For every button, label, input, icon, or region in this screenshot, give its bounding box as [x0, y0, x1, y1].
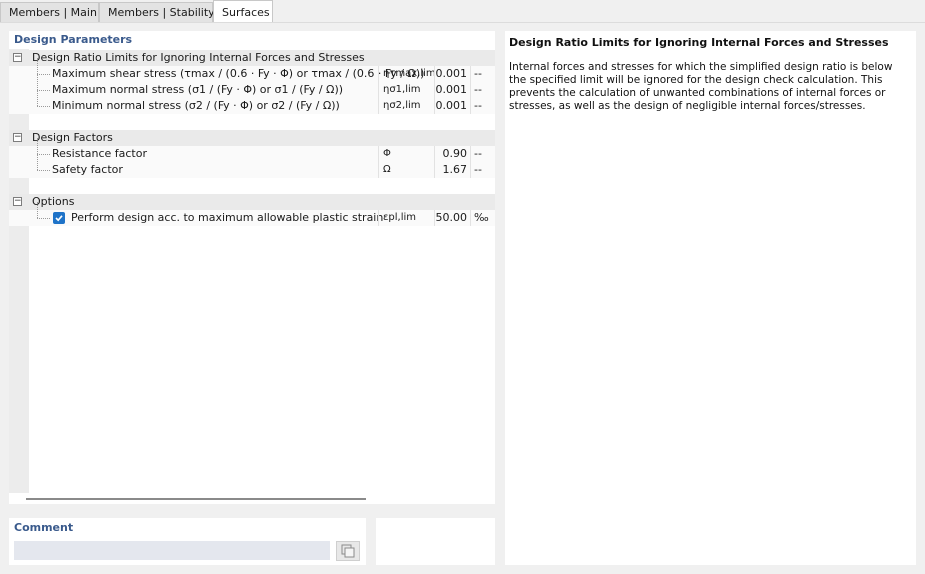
tree-line: [37, 154, 38, 170]
group-label: Options: [32, 195, 75, 208]
tree-gutter: [9, 49, 29, 493]
tree-line: [37, 74, 38, 90]
param-value[interactable]: 1.67: [434, 162, 470, 178]
param-symbol: εpl,lim: [378, 210, 434, 226]
param-value[interactable]: 0.001: [434, 66, 470, 82]
param-label: Maximum normal stress (σ1 / (Fy · Φ) or …: [52, 83, 344, 96]
tab-bar: Members | Main Members | Stability Surfa…: [0, 0, 925, 23]
param-label: Maximum shear stress (τmax / (0.6 · Fy ·…: [52, 67, 425, 80]
param-label: Resistance factor: [52, 147, 147, 160]
tree-line: [37, 58, 38, 74]
group-label: Design Ratio Limits for Ignoring Interna…: [32, 51, 365, 64]
param-row-safety-factor[interactable]: Safety factor Ω 1.67 --: [9, 154, 495, 178]
param-row-plastic-strain[interactable]: Perform design acc. to maximum allowable…: [9, 202, 495, 226]
tab-members-stability[interactable]: Members | Stability: [99, 2, 215, 23]
tree-line: [37, 154, 50, 155]
param-symbol: Ω: [378, 162, 434, 178]
tree-line: [37, 202, 38, 218]
group-design-ratio-limits[interactable]: − Design Ratio Limits for Ignoring Inter…: [9, 50, 495, 66]
tab-surfaces[interactable]: Surfaces: [213, 0, 273, 23]
design-parameters-panel: Design Parameters − Design Ratio Limits …: [9, 31, 495, 504]
param-symbol: ητmax,lim: [378, 66, 436, 82]
preview-box: [376, 518, 495, 565]
tab-divider: [0, 22, 925, 23]
copy-icon: [341, 544, 355, 558]
group-label: Design Factors: [32, 131, 113, 144]
tree-line: [37, 90, 38, 106]
horizontal-scrollbar[interactable]: [26, 498, 366, 500]
param-value[interactable]: 0.001: [434, 98, 470, 114]
comment-panel: Comment: [9, 518, 366, 565]
tree-line: [37, 90, 50, 91]
param-value[interactable]: 0.001: [434, 82, 470, 98]
group-design-factors[interactable]: − Design Factors: [9, 130, 495, 146]
parameter-tree: − Design Ratio Limits for Ignoring Inter…: [9, 49, 495, 493]
comment-library-button[interactable]: [336, 541, 360, 561]
param-label: Minimum normal stress (σ2 / (Fy · Φ) or …: [52, 99, 340, 112]
param-unit: ‰: [470, 210, 495, 226]
plastic-strain-checkbox[interactable]: [53, 212, 65, 224]
collapse-icon[interactable]: −: [13, 53, 22, 62]
tree-line: [37, 106, 50, 107]
tab-members-main[interactable]: Members | Main: [0, 2, 99, 23]
description-title: Design Ratio Limits for Ignoring Interna…: [509, 36, 889, 49]
description-text: Internal forces and stresses for which t…: [509, 61, 893, 112]
param-label: Perform design acc. to maximum allowable…: [71, 211, 384, 224]
param-symbol: Φ: [378, 146, 434, 162]
tree-line: [37, 170, 50, 171]
design-parameters-header: Design Parameters: [14, 33, 133, 46]
param-value[interactable]: 0.90: [434, 146, 470, 162]
param-symbol: ησ2,lim: [378, 98, 434, 114]
tree-line: [37, 138, 38, 154]
param-row-max-normal-stress[interactable]: Maximum normal stress (σ1 / (Fy · Φ) or …: [9, 74, 495, 98]
tree-line: [37, 74, 50, 75]
collapse-icon[interactable]: −: [13, 133, 22, 142]
param-label: Safety factor: [52, 163, 123, 176]
comment-input[interactable]: [14, 541, 330, 560]
param-value[interactable]: 50.00: [434, 210, 470, 226]
collapse-icon[interactable]: −: [13, 197, 22, 206]
param-unit: --: [470, 82, 495, 98]
description-panel: Design Ratio Limits for Ignoring Interna…: [505, 31, 916, 565]
param-row-resistance-factor[interactable]: Resistance factor Φ 0.90 --: [9, 138, 495, 162]
checkmark-icon: [55, 215, 63, 222]
param-unit: --: [470, 66, 495, 82]
comment-title: Comment: [14, 521, 74, 534]
param-symbol: ησ1,lim: [378, 82, 434, 98]
group-options[interactable]: − Options: [9, 194, 495, 210]
param-unit: --: [470, 146, 495, 162]
param-unit: --: [470, 98, 495, 114]
param-row-max-shear-stress[interactable]: Maximum shear stress (τmax / (0.6 · Fy ·…: [9, 58, 495, 82]
param-row-min-normal-stress[interactable]: Minimum normal stress (σ2 / (Fy · Φ) or …: [9, 90, 495, 114]
param-unit: --: [470, 162, 495, 178]
tree-line: [37, 218, 50, 219]
